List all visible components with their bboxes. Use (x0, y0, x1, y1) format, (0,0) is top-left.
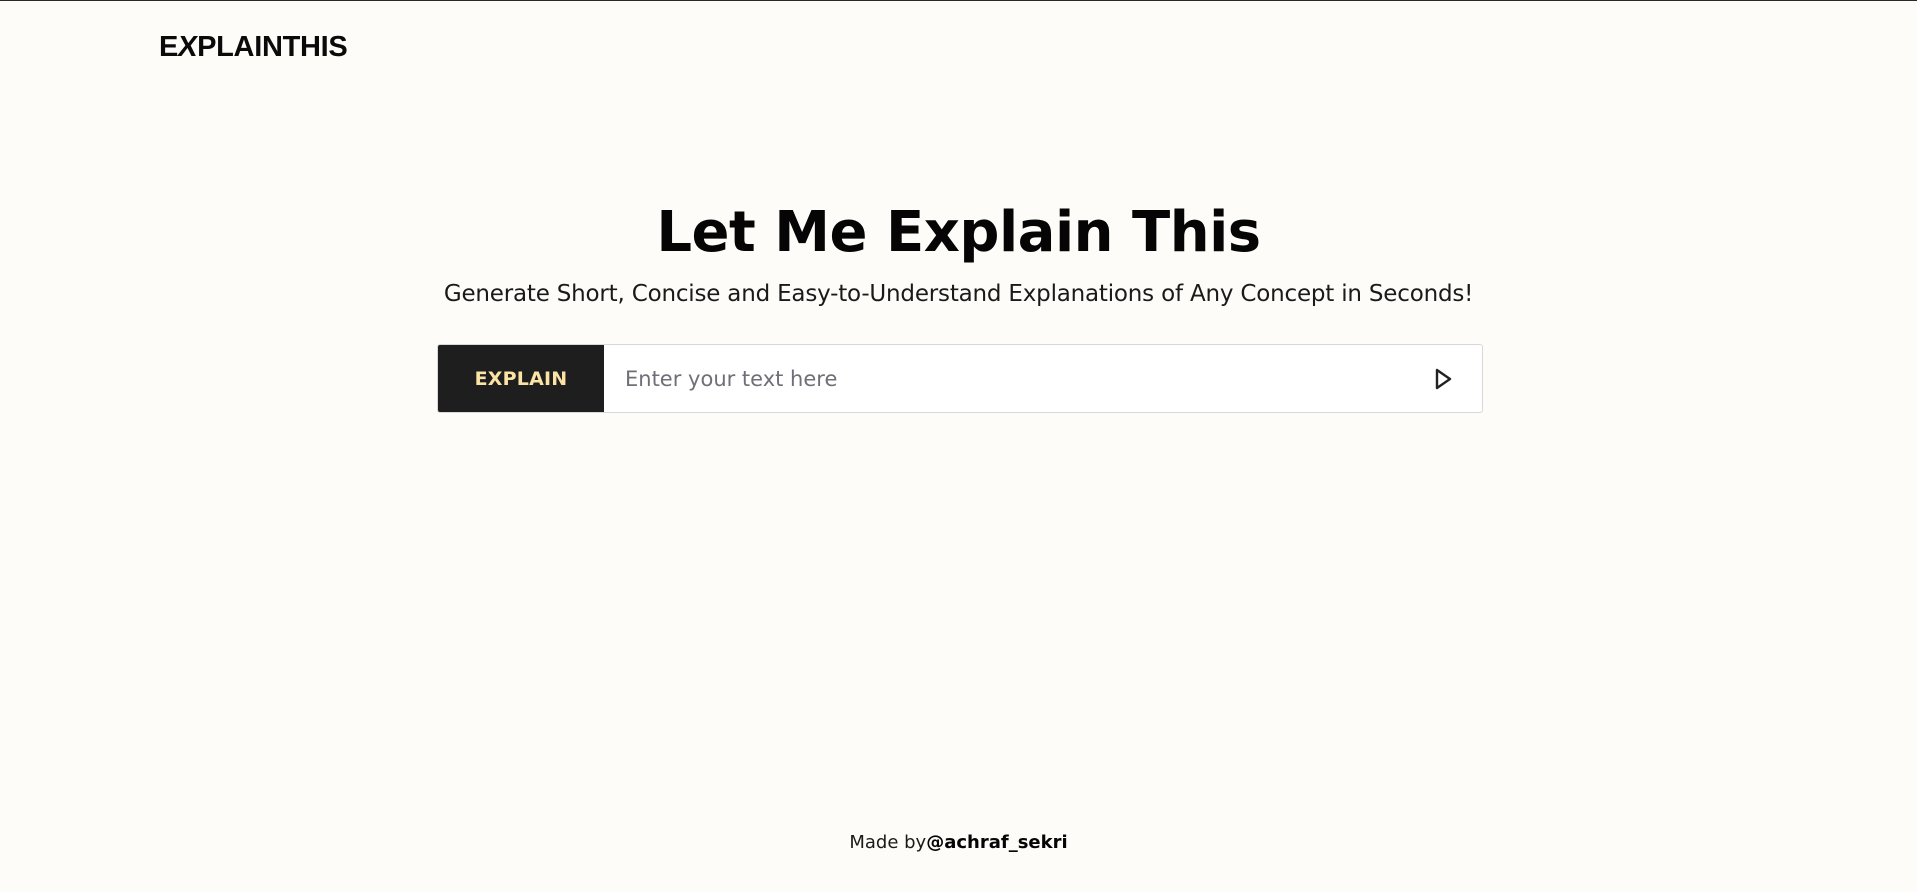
logo-text-rest: PLAINTHIS (197, 30, 348, 63)
logo[interactable]: E X PLAINTHIS (159, 30, 348, 63)
logo-letter-e: E (159, 30, 179, 63)
explain-button[interactable]: EXPLAIN (438, 345, 604, 412)
page-title: Let Me Explain This (656, 200, 1261, 265)
footer: Made by@achraf_sekri (0, 829, 1917, 857)
author-link[interactable]: @achraf_sekri (926, 832, 1067, 853)
made-by-label: Made by (849, 832, 927, 853)
hero-section: Let Me Explain This Generate Short, Conc… (0, 197, 1917, 309)
send-button[interactable] (1404, 345, 1482, 412)
logo-letter-x: X (175, 30, 200, 63)
concept-input[interactable] (604, 345, 1404, 412)
play-triangle-icon (1435, 368, 1452, 389)
page-subtitle: Generate Short, Concise and Easy-to-Unde… (443, 281, 1474, 307)
explain-form: EXPLAIN (437, 344, 1483, 413)
